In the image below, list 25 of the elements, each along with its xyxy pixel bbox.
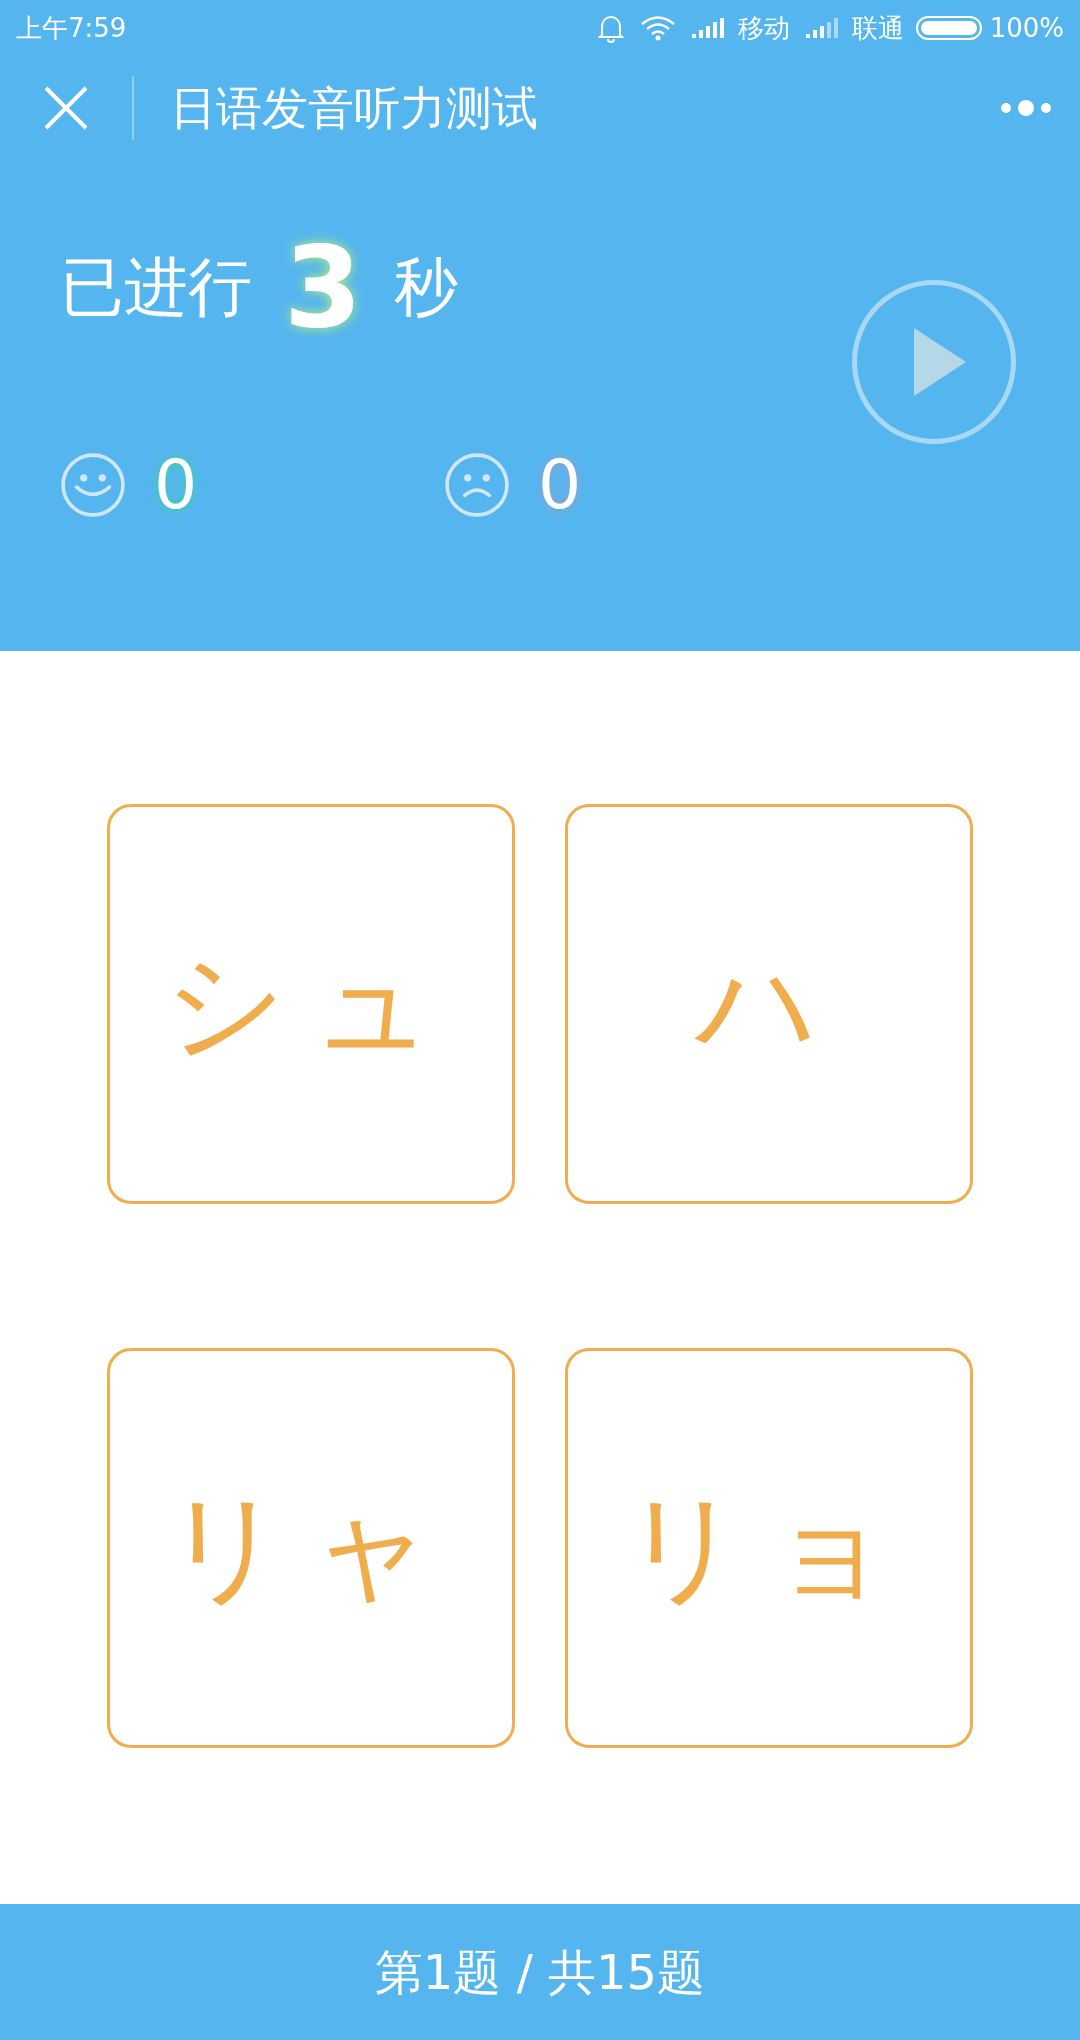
page-title: 日语发音听力测试 xyxy=(170,79,538,137)
bell-icon xyxy=(597,13,624,43)
more-icon xyxy=(1000,99,1052,117)
battery-percent: 100% xyxy=(989,11,1064,45)
answer-option[interactable]: ハ xyxy=(565,804,973,1204)
carrier-label: 联通 xyxy=(851,11,904,45)
close-icon xyxy=(43,85,89,131)
play-button[interactable] xyxy=(852,280,1016,444)
play-icon xyxy=(912,326,968,398)
score-count: 0 xyxy=(154,444,198,526)
timer-value: 3 xyxy=(284,221,362,354)
carrier-label: 移动 xyxy=(737,11,790,45)
sad-face-icon xyxy=(444,452,510,518)
answer-option[interactable]: リョ xyxy=(565,1348,973,1748)
timer-label: 已进行 xyxy=(60,249,252,326)
signal-icon xyxy=(805,16,840,40)
score-count: 0 xyxy=(538,444,582,526)
signal-icon xyxy=(691,16,726,40)
battery-icon xyxy=(915,16,982,40)
answer-option[interactable]: リャ xyxy=(107,1348,515,1748)
answer-option[interactable]: シュ xyxy=(107,804,515,1204)
wifi-icon xyxy=(639,15,676,41)
smiley-icon xyxy=(60,452,126,518)
status-time: 上午7:59 xyxy=(16,11,127,45)
timer-unit: 秒 xyxy=(393,249,458,326)
